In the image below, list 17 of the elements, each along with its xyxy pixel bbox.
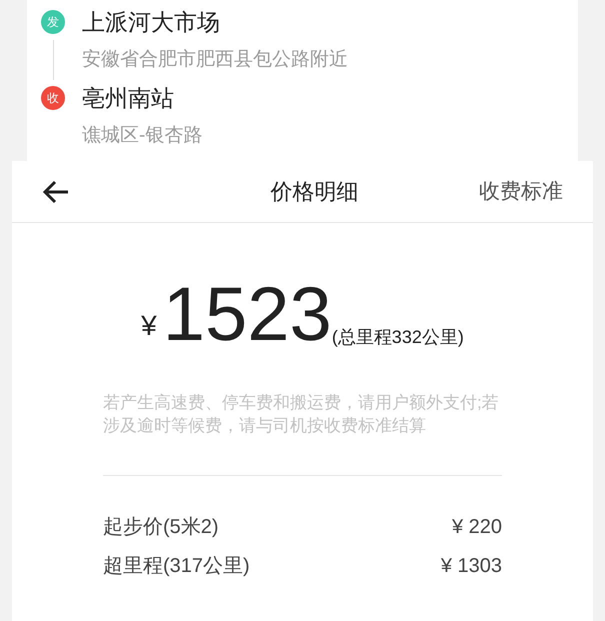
fee-label: 超里程(317公里) (103, 554, 250, 578)
back-arrow-icon[interactable] (42, 180, 70, 204)
start-badge: 发 (41, 10, 65, 34)
stop-address: 谯城区-银杏路 (82, 124, 202, 148)
page-title: 价格明细 (270, 178, 358, 206)
stop-name: 亳州南站 (82, 84, 174, 113)
fee-value: ¥ 220 (452, 514, 502, 540)
stop-name: 上派河大市场 (82, 8, 220, 37)
end-badge: 收 (41, 86, 65, 110)
stop-address: 安徽省合肥市肥西县包公路附近 (82, 48, 348, 72)
fee-note: 若产生高速费、停车费和搬运费，请用户额外支付;若涉及逾时等候费，请与司机按收费标准结算 (103, 392, 500, 437)
currency-symbol: ¥ (141, 309, 157, 343)
fee-value: ¥ 1303 (440, 554, 502, 578)
fee-label: 起步价(5米2) (103, 514, 219, 540)
fee-standard-link[interactable]: 收费标准 (479, 176, 563, 208)
total-distance: (总里程332公里) (332, 326, 464, 349)
total-price: 1523 (162, 277, 332, 353)
